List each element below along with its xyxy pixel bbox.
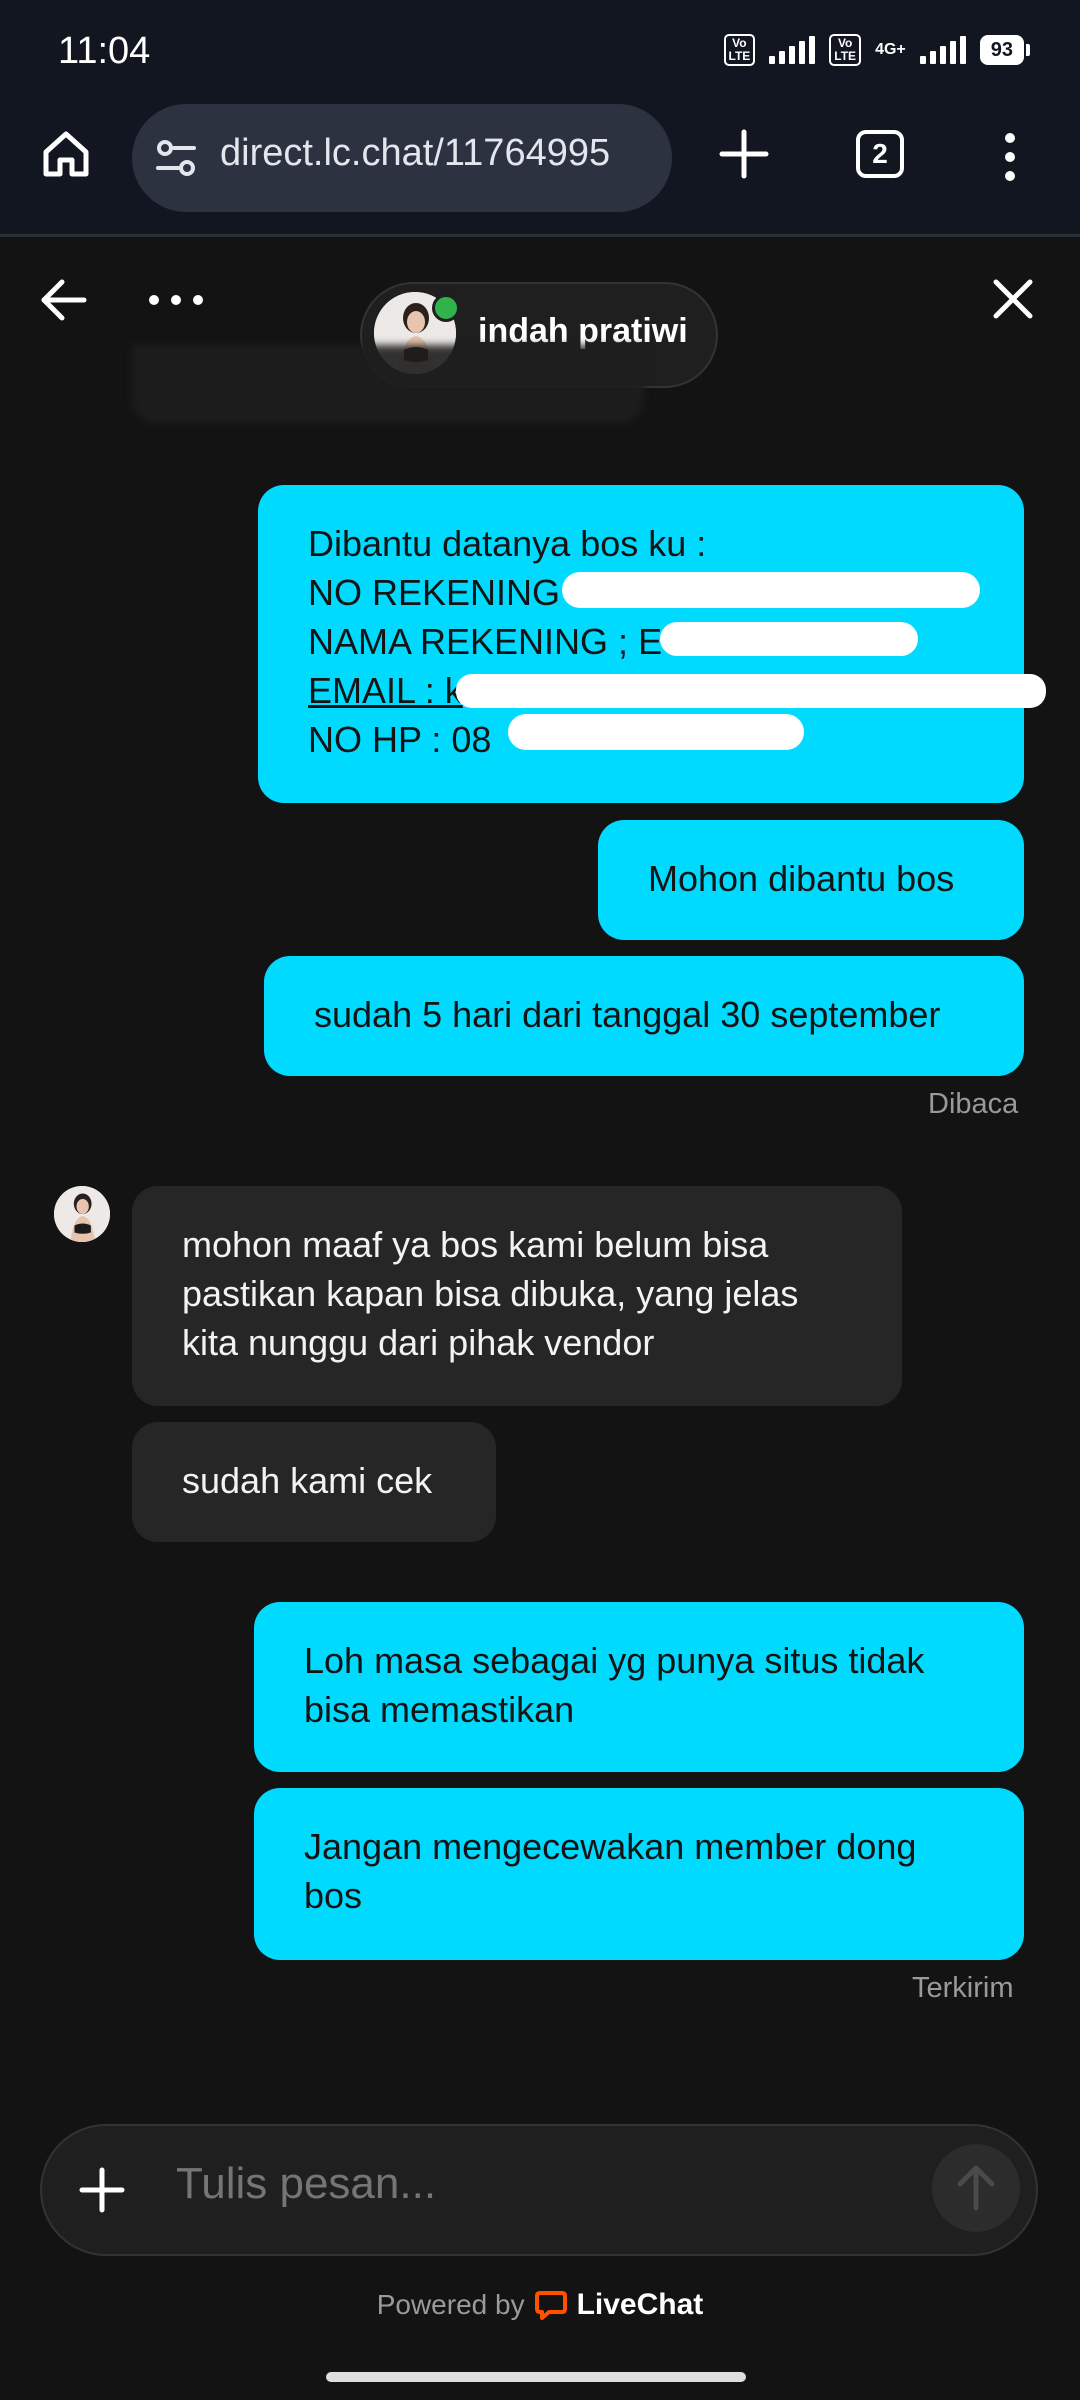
message-line: Jangan mengecewakan member dong — [304, 1826, 917, 1867]
gesture-nav-handle[interactable] — [326, 2372, 746, 2382]
toolbar-divider — [0, 234, 1080, 237]
redaction-mark — [508, 714, 804, 750]
agent-avatar — [54, 1186, 110, 1242]
redaction-mark — [562, 572, 980, 608]
outgoing-message: sudah 5 hari dari tanggal 30 september — [264, 956, 1024, 1076]
message-line: bos — [304, 1875, 363, 1916]
online-status-dot — [432, 294, 460, 322]
message-line: kita nunggu dari pihak vendor — [182, 1322, 655, 1363]
volte-icon: Vo LTE — [723, 34, 756, 66]
network-type-label: 4G+ — [875, 41, 906, 58]
more-options-icon[interactable] — [146, 288, 206, 312]
back-arrow-icon[interactable] — [38, 276, 90, 324]
signal-icon — [919, 36, 966, 64]
status-icons: Vo LTE Vo LTE 4G+ 93 — [723, 34, 1030, 66]
home-icon[interactable] — [40, 128, 92, 180]
close-icon[interactable] — [990, 276, 1036, 322]
message-text: Mohon dibantu bos — [648, 858, 955, 899]
sent-status: Terkirim — [912, 1972, 1014, 2004]
outgoing-message: Jangan mengecewakan member dong bos — [254, 1788, 1024, 1960]
site-settings-icon[interactable] — [154, 136, 198, 180]
outgoing-message: Mohon dibantu bos — [598, 820, 1024, 940]
message-line: Loh masa sebagai yg punya situs tidak — [304, 1640, 925, 1681]
send-button[interactable] — [932, 2144, 1020, 2232]
send-arrow-icon — [957, 2165, 995, 2211]
browser-menu-icon[interactable] — [1000, 132, 1020, 182]
powered-by-label: Powered by — [376, 2289, 525, 2320]
battery-icon: 93 — [979, 35, 1030, 65]
message-line: Dibantu datanya bos ku : — [308, 523, 707, 564]
new-tab-icon[interactable] — [718, 128, 770, 180]
incoming-message: mohon maaf ya bos kami belum bisa pastik… — [132, 1186, 902, 1406]
url-text[interactable]: direct.lc.chat/11764995 — [220, 132, 610, 175]
livechat-brand[interactable]: LiveChat — [577, 2288, 704, 2322]
add-attachment-icon[interactable] — [78, 2166, 126, 2214]
message-input[interactable] — [174, 2158, 918, 2210]
volte-icon: Vo LTE — [829, 34, 862, 66]
redaction-mark — [660, 622, 918, 656]
powered-by-footer: Powered by LiveChat — [0, 2288, 1080, 2322]
tab-switcher-button[interactable]: 2 — [856, 130, 904, 178]
message-line: mohon maaf ya bos kami belum bisa — [182, 1224, 769, 1265]
livechat-logo-icon — [534, 2291, 567, 2320]
battery-level: 93 — [979, 35, 1024, 65]
read-status: Dibaca — [928, 1088, 1019, 1120]
message-line: bisa memastikan — [304, 1689, 575, 1730]
status-time: 11:04 — [58, 30, 151, 72]
previous-message-blurred — [132, 345, 644, 423]
redaction-mark — [456, 674, 1046, 708]
message-line: pastikan kapan bisa dibuka, yang jelas — [182, 1273, 799, 1314]
message-text: sudah 5 hari dari tanggal 30 september — [314, 994, 941, 1035]
signal-icon — [769, 36, 816, 64]
outgoing-message: Loh masa sebagai yg punya situs tidak bi… — [254, 1602, 1024, 1772]
incoming-message: sudah kami cek — [132, 1422, 496, 1542]
message-text: sudah kami cek — [182, 1460, 433, 1501]
